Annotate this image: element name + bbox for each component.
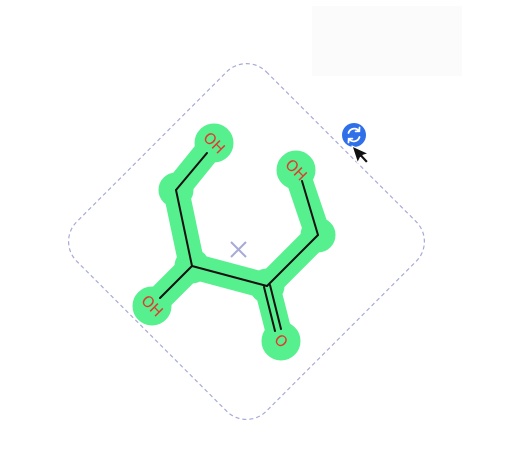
rotate-handle[interactable] bbox=[342, 123, 366, 147]
molecule-canvas[interactable]: OH OH OH O bbox=[0, 0, 522, 449]
